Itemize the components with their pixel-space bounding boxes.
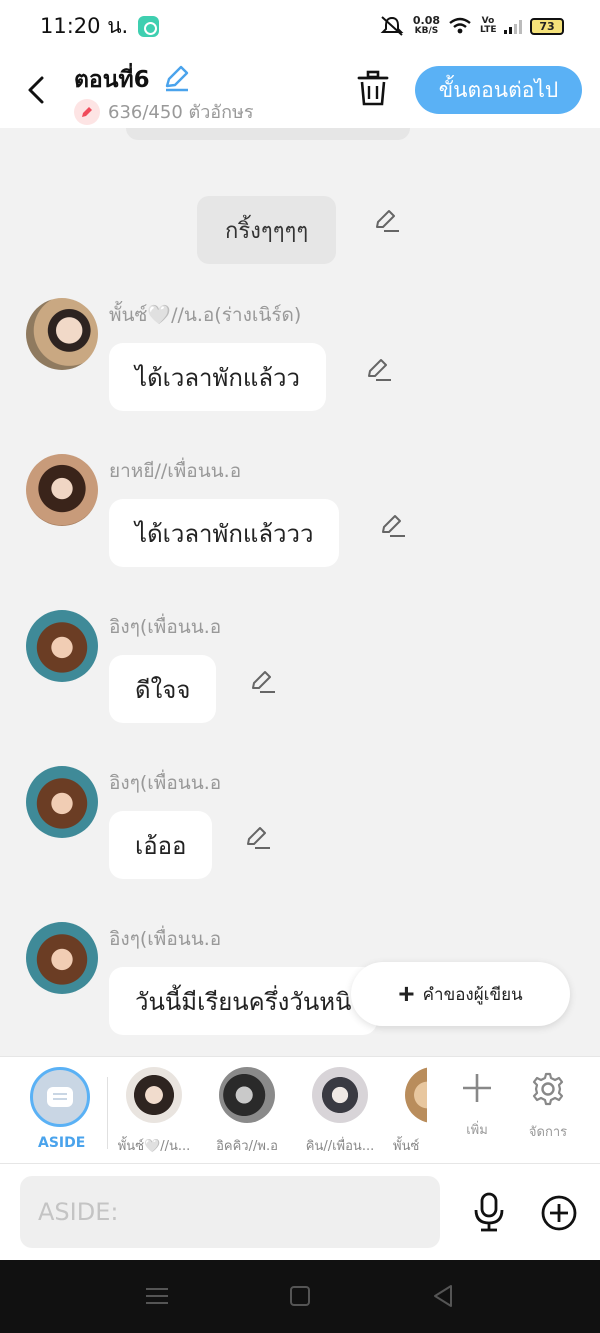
next-step-button[interactable]: ขั้นตอนต่อไป [415,66,582,114]
avatar[interactable] [26,298,98,370]
message-bubble[interactable]: ได้เวลาพักแล้ววว [109,499,340,567]
sender-name: อิงๆ(เพื่อนน.อ [109,772,222,794]
status-time: 11:20 น. [40,13,129,38]
system-nav-bar [0,1260,600,1333]
manage-label: จัดการ [528,1125,568,1140]
character-avatar [312,1067,368,1123]
chat-area[interactable]: กริ้งๆๆๆๆ พั้นซ์🤍//น.อ(ร่างเนิร์ด) ได้เว… [0,128,600,1056]
pencil-badge-icon [74,98,100,125]
character-item[interactable]: อิคคิว//พ.อ [197,1067,297,1156]
character-item[interactable]: คิน//เพื่อน... [290,1067,390,1156]
edit-title-icon[interactable] [162,64,190,92]
character-name: คิน//เพื่อน... [305,1139,375,1154]
speed-value: 0.08 [412,14,440,27]
previous-narration-bubble[interactable] [126,128,410,140]
app-notification-icon [138,15,160,37]
author-note-button[interactable]: + คำของผู้เขียน [351,962,570,1026]
narration-bubble[interactable]: กริ้งๆๆๆๆ [197,196,337,264]
editor-header: ตอนที่6 636/450 ตัวอักษร ขั้นตอนต่อไป [0,52,600,128]
character-item[interactable]: พั้นซ์🤍//น... [104,1067,204,1156]
character-name: อิคคิว//พ.อ [216,1139,278,1154]
character-avatar [126,1067,182,1123]
volte-icon: Vo LTE [480,16,497,35]
message-bubble[interactable]: ดีใจจ [109,655,217,723]
sender-name: ยาหยี//เพื่อนน.อ [109,460,242,482]
chat-bubble-icon [47,1087,73,1107]
status-icons: 0.08 KB/S Vo LTE 73 [379,15,564,37]
character-name: พั้นซ์ [393,1139,420,1154]
wifi-icon [449,17,471,34]
avatar[interactable] [26,454,98,526]
edit-icon[interactable] [374,208,400,234]
manage-button[interactable]: จัดการ [518,1071,578,1142]
character-name: พั้นซ์🤍//น... [117,1139,191,1154]
message-bubble[interactable]: เอ้ออ [109,811,213,879]
aside-button[interactable] [30,1067,90,1127]
network-speed: 0.08 KB/S [413,15,440,37]
status-bar: 11:20 น. 0.08 KB/S Vo LTE 73 [0,0,600,52]
avatar[interactable] [26,922,98,994]
trash-icon[interactable] [356,70,390,108]
mute-bell-icon [380,16,404,36]
input-bar [0,1164,600,1260]
character-item[interactable]: พั้นซ์ [383,1067,427,1156]
add-circle-icon[interactable] [540,1194,578,1232]
back-arrow-icon[interactable] [22,70,50,110]
recent-apps-icon[interactable] [146,1286,168,1306]
sender-name: พั้นซ์🤍//น.อ(ร่างเนิร์ด) [109,304,302,326]
plus-icon: + [398,978,415,1009]
battery-icon: 73 [530,17,564,35]
character-counter: 636/450 ตัวอักษร [74,97,254,126]
plus-icon [463,1074,491,1102]
character-avatar [405,1067,427,1123]
sender-name: อิงๆ(เพื่อนน.อ [109,928,222,950]
message-input[interactable] [20,1176,440,1248]
nav-back-icon[interactable] [432,1284,454,1308]
message-bubble[interactable]: ได้เวลาพักแล้วว [109,343,326,411]
edit-icon[interactable] [380,513,406,539]
home-icon[interactable] [290,1286,310,1306]
speed-unit: KB/S [414,26,439,36]
signal-icon [504,18,522,34]
episode-title: ตอนที่6 [74,67,150,93]
character-selector: ASIDE พั้นซ์🤍//น... อิคคิว//พ.อ คิน//เพื… [0,1056,600,1164]
message-bubble[interactable]: วันนี้มีเรียนครึ่งวันหนิ [109,967,378,1035]
edit-icon[interactable] [250,669,276,695]
gear-icon [532,1072,564,1106]
avatar[interactable] [26,610,98,682]
edit-icon[interactable] [245,825,271,851]
sender-name: อิงๆ(เพื่อนน.อ [109,616,222,638]
author-note-label: คำของผู้เขียน [422,984,523,1004]
counter-text: 636/450 ตัวอักษร [108,102,254,123]
avatar[interactable] [26,766,98,838]
add-character-button[interactable]: เพิ่ม [447,1071,507,1140]
edit-icon[interactable] [366,357,392,383]
aside-label: ASIDE [38,1135,86,1151]
character-avatar [219,1067,275,1123]
microphone-icon[interactable] [472,1192,506,1232]
add-label: เพิ่ม [466,1123,488,1138]
